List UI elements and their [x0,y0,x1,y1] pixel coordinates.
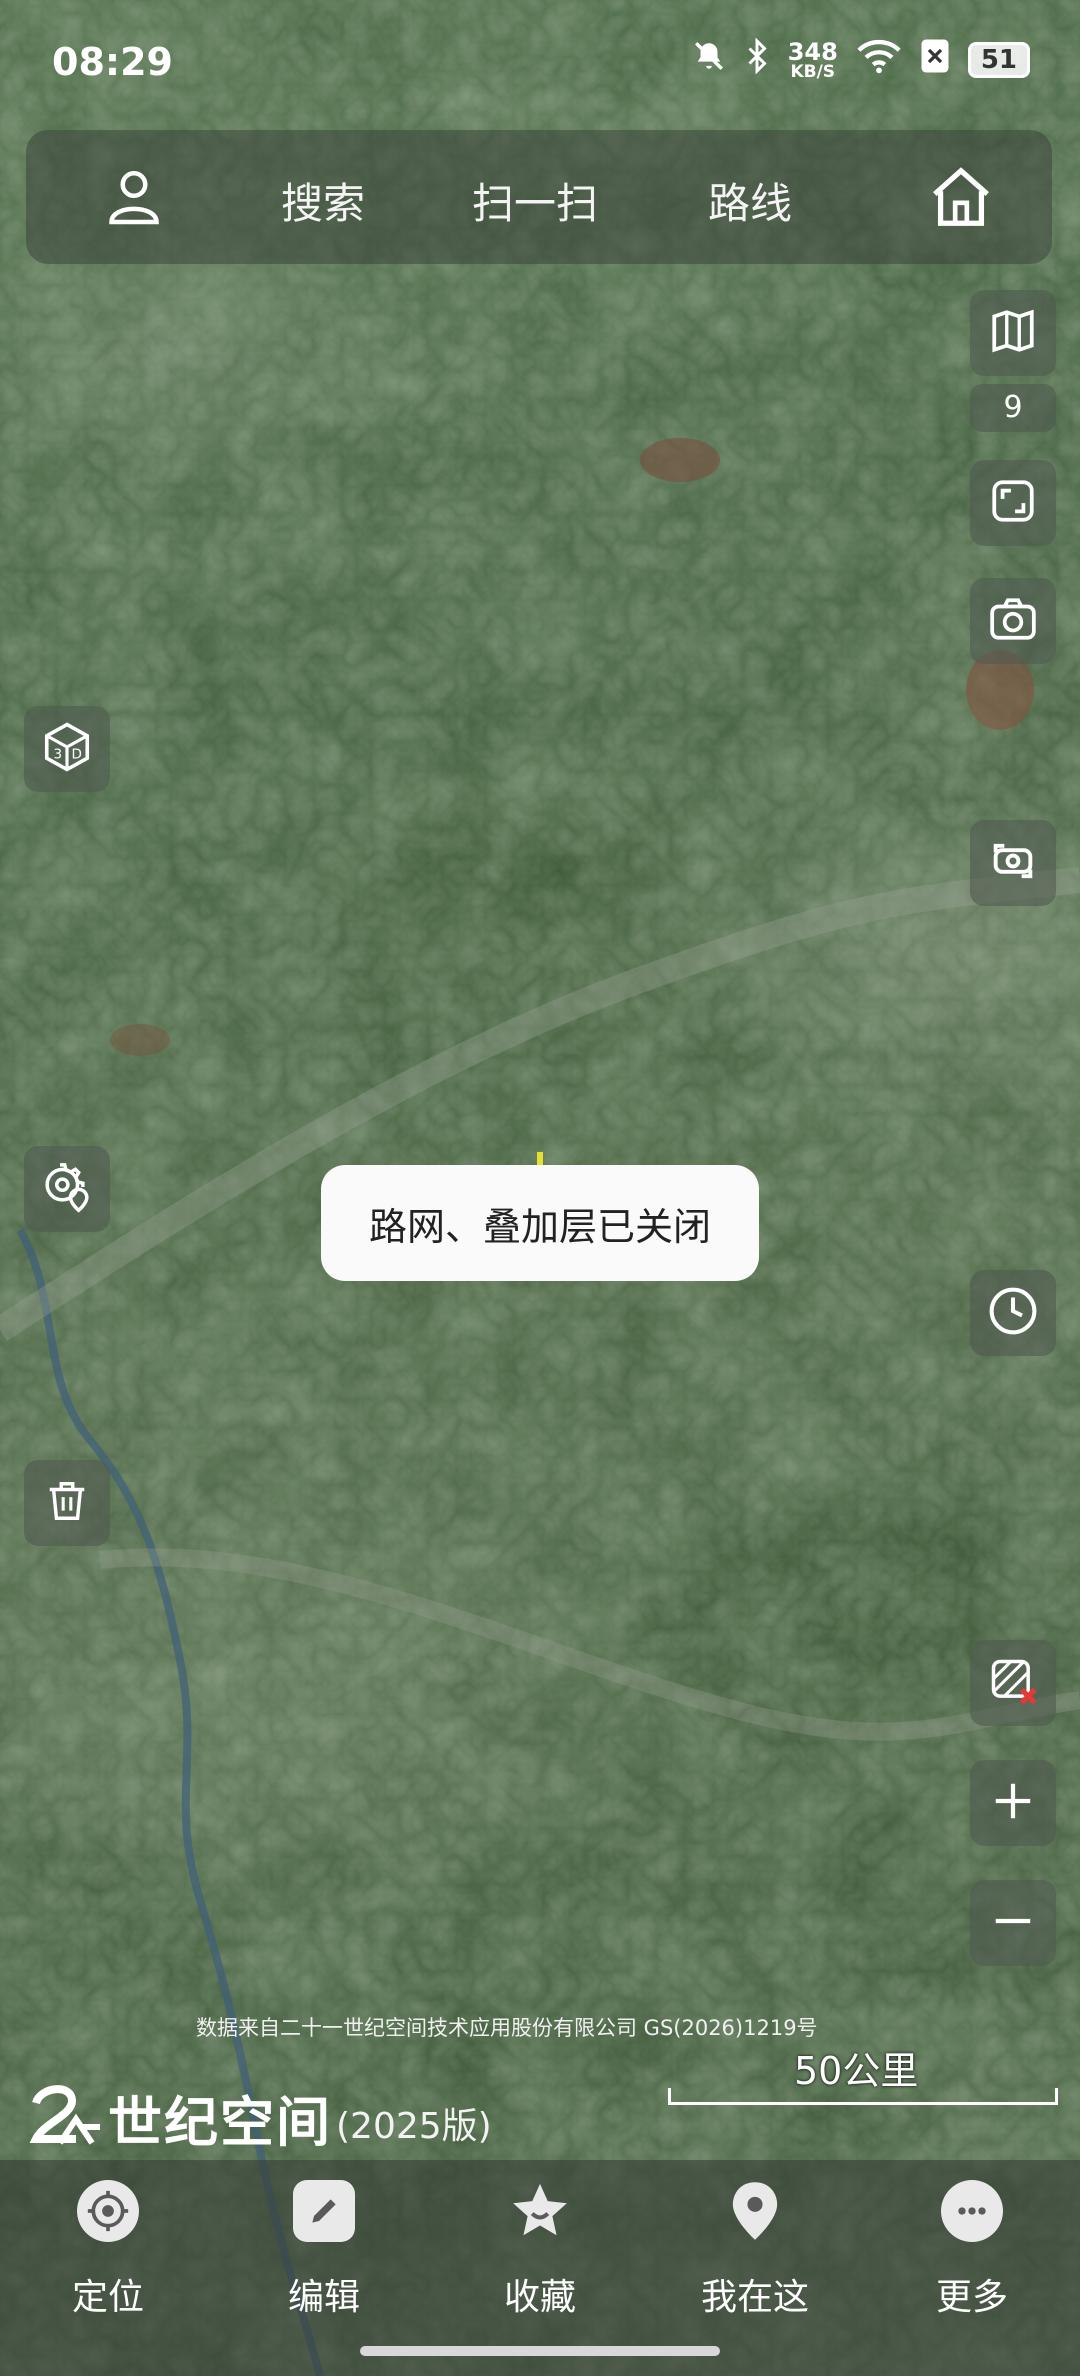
settings-location-icon [39,1159,95,1219]
map-settings-button[interactable] [24,1146,110,1232]
nav-label: 收藏 [503,2277,576,2318]
svg-text:3: 3 [54,746,63,762]
fullscreen-button[interactable] [970,460,1056,546]
search-button[interactable]: 搜索 [281,170,365,231]
fullscreen-icon [988,476,1038,530]
trash-icon [44,1476,90,1530]
network-speed: 348 KB/S [787,37,838,82]
brand-version: (2025版) [336,2105,492,2147]
status-icons: 348 KB/S 51 [692,37,1030,82]
nav-item-favorite[interactable]: 收藏 [465,2180,615,2320]
map-icon [988,306,1038,360]
zoom-in-button[interactable] [970,1760,1056,1846]
locate-icon [77,2180,139,2242]
nav-label: 我在这 [700,2277,809,2318]
3d-view-button[interactable]: 3D [24,706,110,792]
edit-icon [293,2180,355,2242]
scan-button[interactable]: 扫一扫 [472,170,598,231]
brand-logo: 世纪空间 (2025版) [28,2078,492,2157]
user-profile-icon[interactable] [104,166,164,232]
nav-item-locate[interactable]: 定位 [33,2180,183,2320]
rotate-camera-icon [987,835,1039,891]
history-button[interactable] [970,1270,1056,1356]
camera-icon [987,594,1039,648]
battery-indicator: 51 [967,42,1030,78]
more-icon [941,2180,1003,2242]
home-icon[interactable] [926,162,996,236]
wifi-icon [856,38,902,82]
svg-text:D: D [72,746,82,762]
top-toolbar: 搜索 扫一扫 路线 [26,130,1052,264]
clear-overlay-button[interactable] [970,1640,1056,1726]
nav-item-more[interactable]: 更多 [897,2180,1047,2320]
plus-icon [990,1778,1036,1828]
nav-label: 编辑 [287,2277,360,2318]
scale-bar [668,2088,1058,2105]
mute-bell-icon [692,39,726,81]
toast-message: 路网、叠加层已关闭 [321,1165,759,1281]
map-attribution: 数据来自二十一世纪空间技术应用股份有限公司 GS(2026)1219号 [196,2016,818,2040]
bluetooth-icon [744,37,770,82]
status-time: 08:29 [52,40,173,84]
nav-label: 定位 [71,2277,144,2318]
brand-name: 世纪空间 [108,2091,332,2154]
location-pin-icon [724,2180,786,2242]
nav-item-edit[interactable]: 编辑 [249,2180,399,2320]
3d-cube-icon: 3D [40,720,94,778]
grid-clear-icon [987,1655,1039,1711]
home-indicator[interactable] [360,2346,720,2356]
screenshot-button[interactable] [970,578,1056,664]
status-bar: 08:29 348 KB/S 51 [0,0,1080,120]
bottom-nav: 定位 编辑 收藏 我在这 更多 [0,2160,1080,2376]
delete-button[interactable] [24,1460,110,1546]
favorite-icon [509,2180,571,2242]
clock-icon [986,1284,1040,1342]
zoom-out-button[interactable] [970,1880,1056,1966]
route-button[interactable]: 路线 [708,170,792,231]
rotate-view-button[interactable] [970,820,1056,906]
scale-label: 50公里 [794,2049,919,2093]
minus-icon [990,1898,1036,1948]
nav-item-here[interactable]: 我在这 [680,2180,830,2320]
nav-label: 更多 [935,2277,1008,2318]
brand-mark-icon [28,2083,100,2153]
layer-count-badge: 9 [970,384,1056,432]
sim-off-icon [920,38,950,82]
map-layers-button[interactable] [970,290,1056,376]
